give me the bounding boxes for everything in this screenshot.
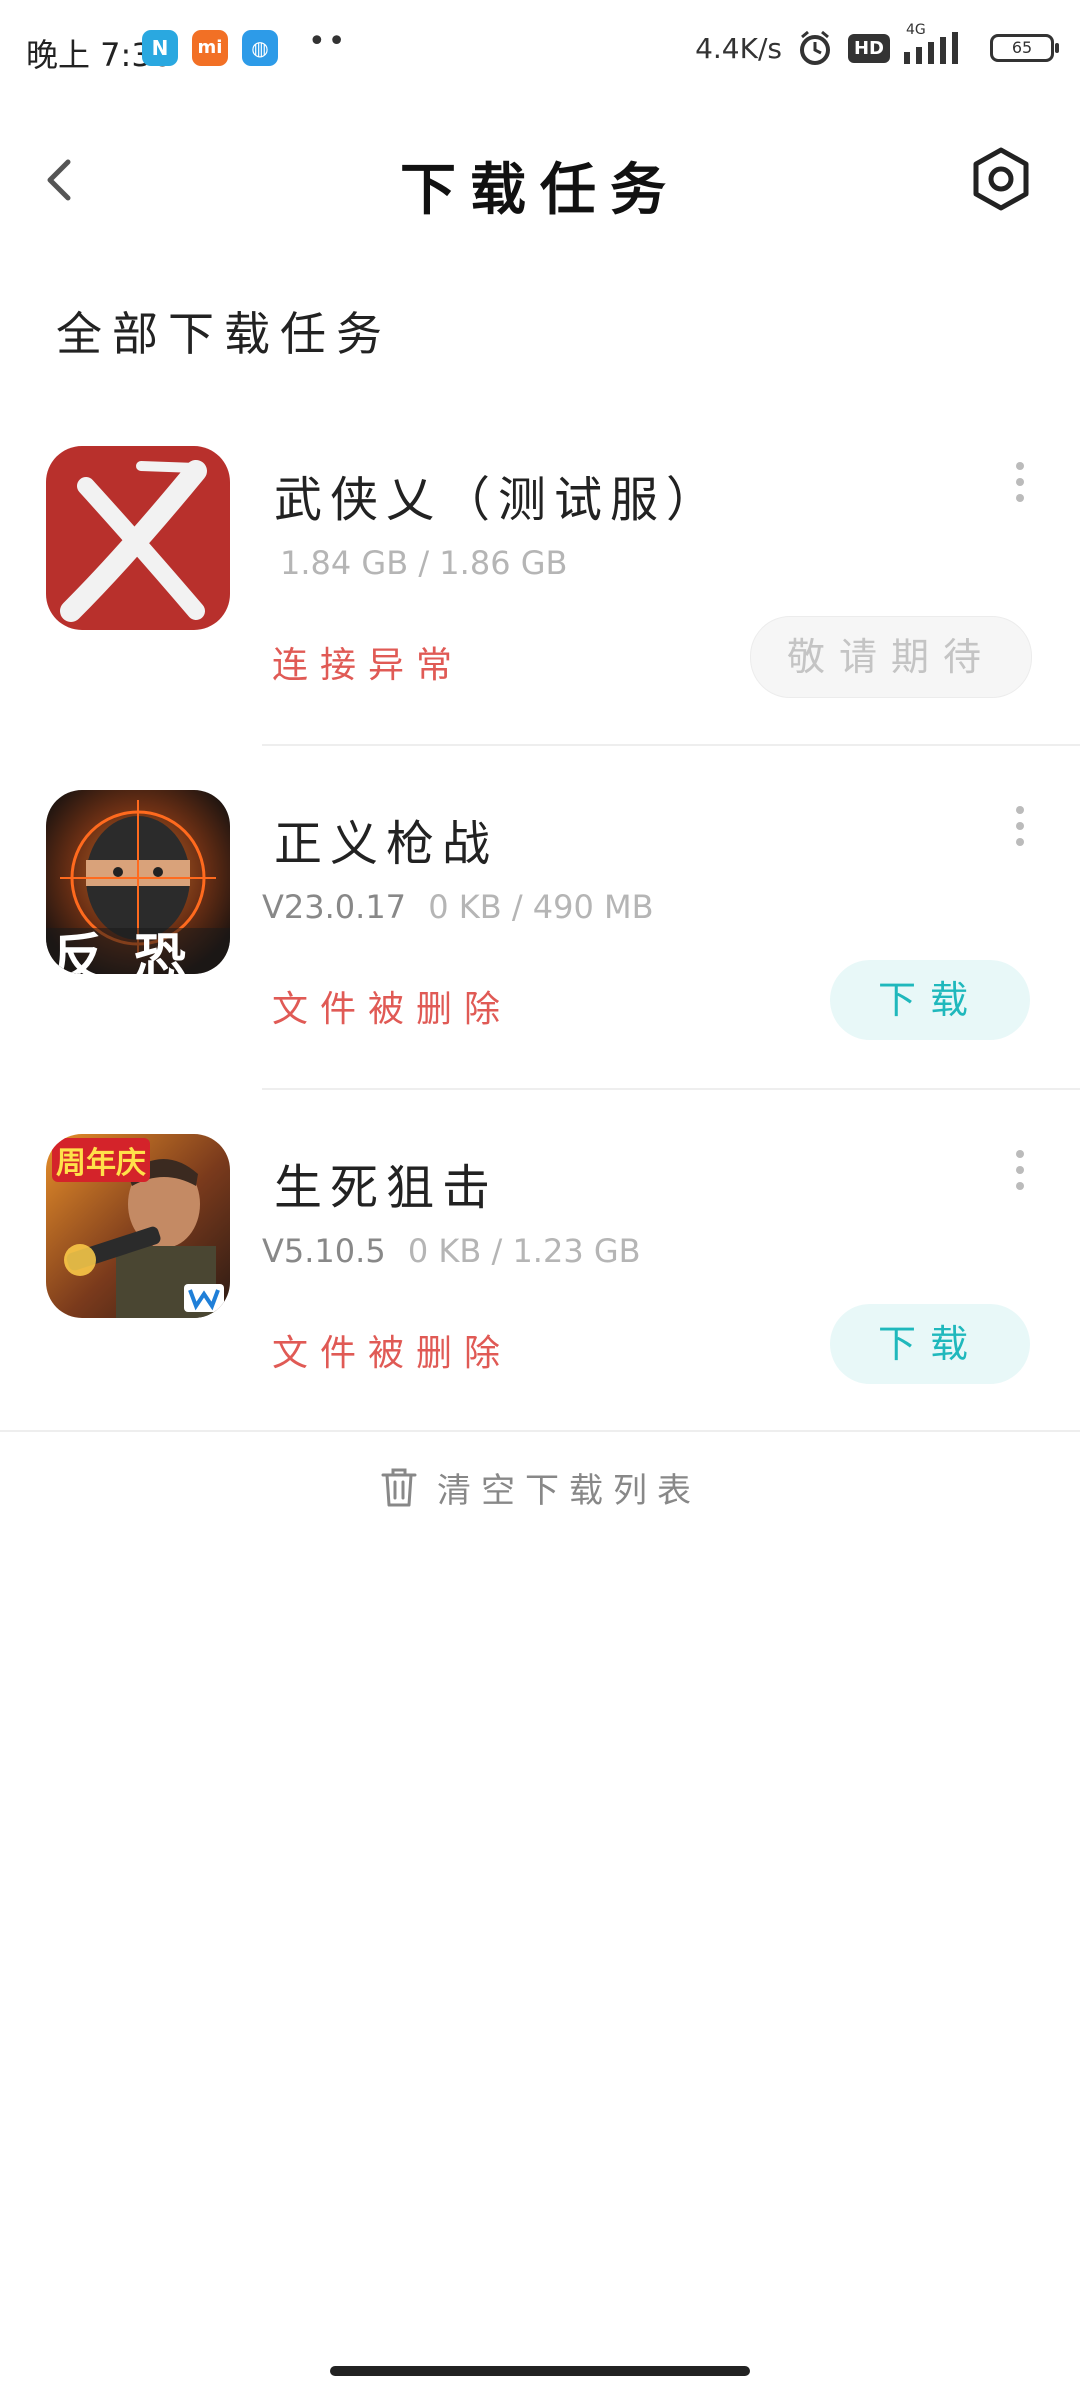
icon-text: 反恐 <box>52 929 217 974</box>
app-icon-zhengyi: 反恐 <box>46 790 230 974</box>
settings-button[interactable] <box>966 144 1036 214</box>
status-right-group: 4.4K/s HD 4G 65 <box>695 22 1059 68</box>
task-size: 0 KB / 1.23 GB <box>407 1232 641 1270</box>
task-name: 正义枪战 <box>274 816 499 872</box>
battery-icon: 65 <box>990 34 1059 62</box>
hexagon-settings-icon <box>973 147 1029 211</box>
event-badge: 周年庆 <box>52 1138 150 1182</box>
task-meta: 1.84 GB / 1.86 GB <box>262 544 567 582</box>
download-button[interactable]: 下载 <box>830 960 1030 1040</box>
task-name: 武侠乂（测试服） <box>274 472 723 528</box>
divider <box>262 744 1080 746</box>
task-version: V5.10.5 <box>262 1232 386 1270</box>
more-notifications-icon: •• <box>308 24 348 59</box>
task-size: 1.84 GB / 1.86 GB <box>280 544 568 582</box>
app-icon-shengsi: 周年庆 <box>46 1134 230 1318</box>
task-status: 文件被删除 <box>272 1333 513 1374</box>
divider <box>262 1088 1080 1090</box>
task-size: 0 KB / 490 MB <box>428 888 654 926</box>
more-options-icon[interactable] <box>1010 1150 1030 1190</box>
more-options-icon[interactable] <box>1010 462 1030 502</box>
divider <box>0 1430 1080 1432</box>
signal-icon: 4G <box>904 22 976 66</box>
clear-list-button[interactable]: 清空下载列表 <box>0 1452 1080 1522</box>
task-status: 连接异常 <box>272 645 465 686</box>
hd-badge: HD <box>847 33 890 63</box>
chat-app-icon: ◍ <box>242 30 278 66</box>
task-meta: V5.10.5 0 KB / 1.23 GB <box>262 1232 641 1270</box>
page-title: 下载任务 <box>400 158 680 223</box>
app-icon-wuxia <box>46 446 230 630</box>
mi-app-icon: mi <box>192 30 228 66</box>
home-indicator[interactable] <box>330 2366 750 2376</box>
alarm-icon <box>799 30 830 65</box>
status-bar: 晚上 7:36 N mi ◍ •• 4.4K/s HD 4G 65 <box>0 0 1080 100</box>
download-button[interactable]: 下载 <box>830 1304 1030 1384</box>
task-name: 生死狙击 <box>274 1160 499 1216</box>
coming-soon-button[interactable]: 敬请期待 <box>750 616 1032 698</box>
clear-list-label: 清空下载列表 <box>437 1470 701 1511</box>
task-status: 文件被删除 <box>272 989 513 1030</box>
task-item[interactable]: 反恐 正义枪战 V23.0.17 0 KB / 490 MB 文件被删除 下载 <box>0 790 1080 1130</box>
n-app-icon: N <box>142 30 178 66</box>
task-item[interactable]: 武侠乂（测试服） 1.84 GB / 1.86 GB 连接异常 敬请期待 <box>0 446 1080 786</box>
task-item[interactable]: 周年庆 生死狙击 V5.10.5 0 KB / 1.23 GB 文件被删除 下载 <box>0 1134 1080 1474</box>
network-speed: 4.4K/s <box>695 31 782 65</box>
trash-icon <box>381 1468 417 1507</box>
more-options-icon[interactable] <box>1010 806 1030 846</box>
section-title: 全部下载任务 <box>56 307 392 361</box>
task-version: V23.0.17 <box>262 888 407 926</box>
task-meta: V23.0.17 0 KB / 490 MB <box>262 888 654 926</box>
